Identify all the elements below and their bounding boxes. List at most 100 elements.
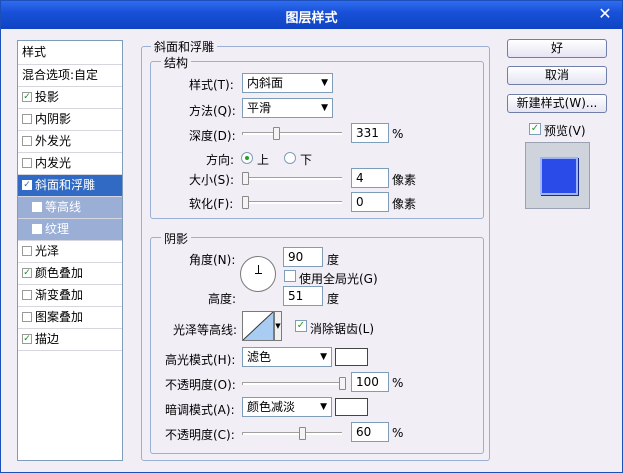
size-slider-thumb[interactable]: [242, 172, 249, 185]
soften-label: 软化(F):: [189, 197, 234, 211]
close-icon[interactable]: ✕: [596, 5, 614, 23]
layer-style-dialog: 图层样式 ✕ 样式 混合选项:自定 ✓ 投影 内阴影 外发光 内发光 ✓ 斜面和浮雕…: [0, 0, 623, 473]
altitude-unit: 度: [327, 292, 340, 306]
preview-swatch: [540, 157, 578, 195]
angle-dial-crosshair-icon: [255, 273, 262, 274]
pattern-overlay-item[interactable]: 图案叠加: [18, 307, 122, 329]
highlight-mode-select[interactable]: 滤色 ▼: [242, 347, 332, 367]
checkbox-icon[interactable]: [22, 245, 32, 256]
highlight-color-swatch[interactable]: [335, 348, 368, 366]
style-label: 样式(T):: [189, 78, 234, 92]
altitude-label: 高度:: [208, 292, 237, 306]
list-item-label: 光泽: [35, 244, 60, 258]
blending-options-item[interactable]: 混合选项:自定: [18, 65, 122, 87]
shading-title: 阴影: [161, 230, 192, 247]
soften-slider[interactable]: [242, 201, 342, 204]
direction-down-radio[interactable]: [284, 152, 296, 164]
preview-box: [525, 142, 590, 209]
depth-label: 深度(D):: [189, 129, 236, 143]
technique-select[interactable]: 平滑 ▼: [242, 98, 333, 118]
highlight-opacity-label: 不透明度(O):: [165, 378, 236, 392]
checkbox-icon[interactable]: [32, 223, 42, 234]
checkbox-icon[interactable]: [22, 311, 32, 322]
list-item-label: 描边: [35, 332, 60, 346]
stroke-item[interactable]: ✓ 描边: [18, 329, 122, 351]
direction-label: 方向:: [206, 153, 235, 167]
depth-input[interactable]: 331: [351, 123, 389, 143]
checkbox-icon[interactable]: [22, 289, 32, 300]
shadow-color-swatch[interactable]: [335, 398, 368, 416]
shadow-opacity-label: 不透明度(C):: [165, 428, 235, 442]
chevron-down-icon[interactable]: ▼: [274, 311, 282, 341]
checkbox-icon[interactable]: [32, 201, 42, 212]
checkbox-checked-icon[interactable]: ✓: [22, 91, 32, 102]
cancel-button[interactable]: 取消: [507, 66, 607, 85]
outer-glow-item[interactable]: 外发光: [18, 131, 122, 153]
checkbox-checked-icon[interactable]: ✓: [22, 267, 32, 278]
contour-curve-icon: [242, 311, 274, 341]
window-title: 图层样式: [285, 11, 338, 26]
gradient-overlay-item[interactable]: 渐变叠加: [18, 285, 122, 307]
shadow-opacity-input[interactable]: 60: [351, 422, 389, 442]
new-style-button[interactable]: 新建样式(W)...: [507, 94, 607, 113]
checkbox-icon[interactable]: [22, 113, 32, 124]
shadow-opacity-slider[interactable]: [242, 432, 342, 435]
anti-alias-label: 消除锯齿(L): [310, 322, 375, 336]
size-slider[interactable]: [242, 177, 342, 180]
highlight-opacity-input[interactable]: 100: [351, 372, 389, 392]
list-item-label: 图案叠加: [35, 310, 84, 324]
ok-button[interactable]: 好: [507, 39, 607, 58]
preview-checkbox[interactable]: ✓: [529, 123, 541, 135]
gloss-contour-picker[interactable]: [242, 311, 274, 341]
size-unit: 像素: [392, 173, 417, 187]
chevron-down-icon: ▼: [321, 103, 328, 113]
list-item-label: 等高线: [45, 200, 82, 214]
preview-label: 预览(V): [544, 124, 586, 138]
checkbox-icon[interactable]: [22, 157, 32, 168]
soften-input[interactable]: 0: [351, 192, 389, 212]
size-input[interactable]: 4: [351, 168, 389, 188]
shadow-opacity-thumb[interactable]: [299, 427, 306, 440]
inner-shadow-item[interactable]: 内阴影: [18, 109, 122, 131]
global-light-checkbox[interactable]: [284, 270, 296, 282]
global-light-label: 使用全局光(G): [299, 272, 378, 286]
soften-slider-thumb[interactable]: [242, 196, 249, 209]
list-item-label: 内发光: [35, 156, 72, 170]
list-item-label: 斜面和浮雕: [35, 178, 96, 192]
chevron-down-icon: ▼: [321, 78, 328, 88]
styles-list: 样式 混合选项:自定 ✓ 投影 内阴影 外发光 内发光 ✓ 斜面和浮雕 等高线 纹理…: [17, 40, 123, 461]
direction-up-radio[interactable]: [241, 152, 253, 164]
shadow-mode-select[interactable]: 颜色减淡 ▼: [242, 397, 332, 417]
depth-unit: %: [392, 127, 404, 141]
angle-input[interactable]: 90: [283, 247, 323, 267]
angle-label: 角度(N):: [189, 253, 236, 267]
style-select[interactable]: 内斜面 ▼: [242, 73, 333, 93]
style-select-value: 内斜面: [247, 76, 284, 90]
checkbox-icon[interactable]: [22, 135, 32, 146]
texture-item[interactable]: 纹理: [18, 219, 122, 241]
checkbox-checked-icon[interactable]: ✓: [22, 179, 32, 190]
styles-list-header[interactable]: 样式: [18, 41, 122, 65]
highlight-opacity-unit: %: [392, 376, 404, 390]
direction-up-label: 上: [257, 153, 270, 167]
drop-shadow-item[interactable]: ✓ 投影: [18, 87, 122, 109]
shadow-mode-label: 暗调模式(A):: [165, 403, 235, 417]
anti-alias-checkbox[interactable]: ✓: [295, 320, 307, 332]
angle-dial[interactable]: [240, 256, 276, 292]
contour-item[interactable]: 等高线: [18, 197, 122, 219]
shadow-mode-value: 颜色减淡: [247, 400, 296, 414]
highlight-opacity-slider[interactable]: [242, 382, 342, 385]
altitude-input[interactable]: 51: [283, 286, 323, 306]
color-overlay-item[interactable]: ✓ 颜色叠加: [18, 263, 122, 285]
bevel-emboss-item[interactable]: ✓ 斜面和浮雕: [18, 175, 122, 197]
shadow-opacity-unit: %: [392, 426, 404, 440]
satin-item[interactable]: 光泽: [18, 241, 122, 263]
depth-slider[interactable]: [242, 132, 342, 135]
inner-glow-item[interactable]: 内发光: [18, 153, 122, 175]
highlight-mode-label: 高光模式(H):: [165, 353, 236, 367]
depth-slider-thumb[interactable]: [273, 127, 280, 140]
technique-label: 方法(Q):: [189, 104, 236, 118]
gloss-contour-label: 光泽等高线:: [173, 323, 238, 337]
checkbox-checked-icon[interactable]: ✓: [22, 333, 32, 344]
highlight-opacity-thumb[interactable]: [339, 377, 346, 390]
